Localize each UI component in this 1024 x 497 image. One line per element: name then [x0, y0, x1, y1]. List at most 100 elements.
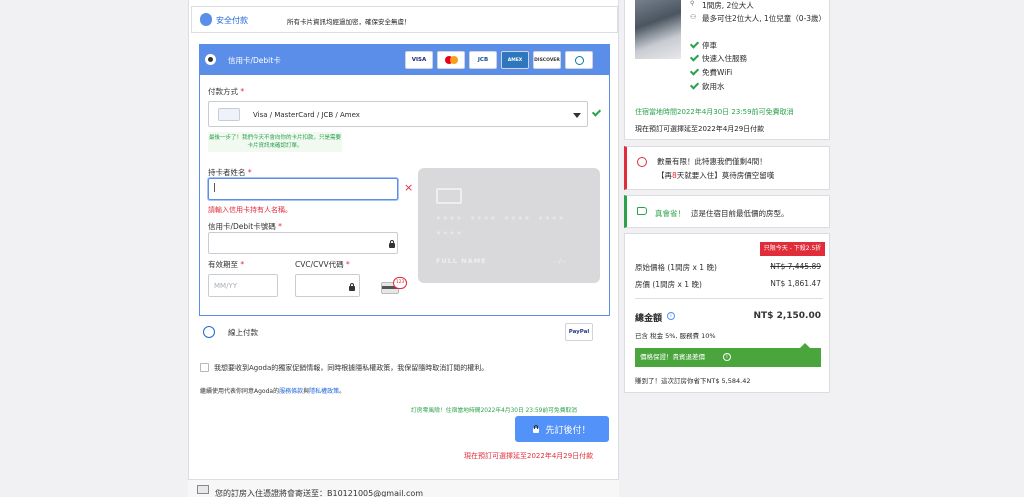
total-label: 總金額: [635, 314, 663, 324]
required-mark: *: [247, 168, 252, 177]
occupancy-text: 1間房, 2位大人: [702, 1, 754, 10]
payment-method-value: Visa / MasterCard / JCB / Amex: [253, 111, 360, 119]
cvc-label: CVC/CVV代碼 *: [295, 259, 350, 270]
promo-checkbox[interactable]: [200, 363, 209, 372]
required-mark: *: [240, 87, 245, 96]
shield-lock-icon: [200, 13, 212, 26]
jcb-logo: JCB: [469, 51, 497, 69]
terms-suffix: 。: [339, 388, 346, 395]
diners-logo: [565, 51, 593, 69]
expiry-input[interactable]: MM/YY: [208, 274, 278, 297]
card-payment-block: 信用卡/Debit卡 VISA JCB AMEX DISCOVER 付款方式 *…: [199, 44, 610, 316]
required-mark: *: [240, 260, 245, 269]
amenity-item: 停車: [702, 41, 717, 50]
lock-icon: [533, 424, 540, 433]
card-number-input[interactable]: [208, 232, 398, 254]
price-guarantee-banner[interactable]: 價格保證！貴賓退差價 i: [635, 348, 821, 367]
card-preview-name: FULL NAME: [436, 257, 487, 265]
amenity-check-icon: [690, 67, 699, 78]
email-notice-text: 您的訂房入住憑證將會寄送至：B10121005@gmail.com: [215, 488, 423, 497]
credit-card-icon: [218, 108, 240, 121]
text-cursor: |: [213, 183, 217, 193]
terms-prefix: 繼續使用代表你同意Agoda的: [200, 388, 280, 395]
secure-payment-title: 安全付款: [216, 16, 248, 25]
promo-checkbox-label: 我想要收到Agoda的獨家促銷情報，同時根據隱私權政策，我保留隨時取消訂閱的權利…: [214, 364, 489, 372]
card-option-title: 信用卡/Debit卡: [228, 56, 281, 65]
urgency-line2-suffix: 天就要入住】莫待房價空留嘆: [676, 171, 775, 180]
urgency-line1: 數量有限！此特惠我們僅剩4間！: [657, 157, 767, 166]
holder-name-label: 持卡者姓名 *: [208, 167, 252, 178]
payment-method-label: 付款方式 *: [208, 86, 244, 97]
room-free-cancel: 住宿當地時間2022年4月30日 23:59前可免費取消: [635, 108, 794, 116]
urgency-line2-prefix: 【再: [657, 171, 672, 180]
error-x-icon: ×: [404, 181, 414, 194]
cvc-help-icon[interactable]: 123: [381, 277, 409, 295]
book-now-button[interactable]: 先訂後付！: [515, 416, 609, 442]
deal-title: 真會省！: [655, 209, 685, 218]
email-notice-prefix: 您的訂房入住憑證將會寄送至：: [215, 489, 327, 497]
email-envelope-icon: [197, 485, 209, 494]
tax-note: 已含 稅金 5%, 服務費 10%: [635, 332, 716, 340]
amenity-check-icon: [690, 40, 699, 51]
alarm-clock-icon: [637, 157, 647, 167]
expiry-label: 有效期至 *: [208, 259, 244, 270]
privacy-policy-link[interactable]: 隱私權政策: [309, 388, 339, 395]
room-photo: [635, 0, 681, 59]
terms-of-service-link[interactable]: 服務條款: [279, 388, 303, 395]
amex-logo-text: AMEX: [507, 57, 523, 63]
free-cancel-note: 訂房零風險！住宿當地時間2022年4月30日 23:59前可免費取消: [411, 408, 578, 414]
holder-name-error: 請輸入信用卡持有人名稱。: [208, 206, 292, 214]
card-option-header[interactable]: 信用卡/Debit卡 VISA JCB AMEX DISCOVER: [200, 45, 609, 75]
card-logos: VISA JCB AMEX DISCOVER: [405, 51, 605, 69]
card-preview: **** **** **** **** **** FULL NAME --/--: [418, 168, 600, 283]
amenity-item: 飲用水: [702, 82, 725, 91]
visa-logo: VISA: [405, 51, 433, 69]
info-icon: i: [667, 312, 675, 320]
room-pay-later: 現在預訂可選擇延至2022年4月29日付款: [635, 125, 765, 133]
amenity-check-icon: [690, 53, 699, 64]
holder-name-label-text: 持卡者姓名: [208, 168, 246, 177]
holder-name-input[interactable]: |: [208, 178, 398, 200]
terms-line: 繼續使用代表你同意Agoda的服務條款與隱私權政策。: [200, 386, 345, 395]
original-price-label: 原始價格 (1間房 x 1 晚): [635, 263, 717, 272]
payment-method-hint: 最後一步了！我們今天不會向你的卡片扣款，只是需要卡片資訊來確認訂單。: [208, 132, 342, 152]
online-payment-option[interactable]: 線上付款 PayPal: [199, 316, 610, 348]
discount-badge: 只限今天 - 下殺2.5折: [760, 242, 825, 256]
chip-icon: [436, 188, 462, 204]
required-mark: *: [346, 260, 350, 269]
cvc-sample-bubble: 123: [393, 277, 407, 289]
deal-text: 這是住宿目前最低價的房型。: [691, 209, 789, 218]
required-mark: *: [278, 222, 282, 231]
radio-dot: [208, 57, 213, 62]
mastercard-logo: [437, 51, 465, 69]
guarantee-notch: [799, 343, 811, 349]
payment-method-select[interactable]: Visa / MasterCard / JCB / Amex: [208, 101, 588, 127]
amenity-item: 快速入住服務: [702, 54, 747, 63]
room-summary-panel: ⚲ 1間房, 2位大人 ⚇ 最多可住2位大人, 1位兒童（0-3歲） 停車 快速…: [624, 0, 830, 140]
secure-payment-note: 所有卡片資訊均經過加密，確保安全無虞！: [287, 18, 411, 26]
payment-method-hint-text: 最後一步了！我們今天不會向你的卡片扣款，只是需要卡片資訊來確認訂單。: [208, 135, 341, 149]
price-divider: [635, 298, 823, 299]
paypal-logo-text: PayPal: [568, 329, 590, 335]
price-tag-icon: [637, 207, 647, 215]
capacity-icon: ⚇: [690, 13, 697, 21]
amex-logo: AMEX: [501, 51, 529, 69]
urgency-panel: 數量有限！此特惠我們僅剩4間！ 【再8天就要入住】莫待房價空留嘆: [624, 146, 830, 190]
valid-check-icon: [592, 108, 601, 119]
lock-icon: [389, 240, 395, 248]
payment-method-label-text: 付款方式: [208, 87, 238, 96]
card-radio-selected[interactable]: [205, 54, 216, 65]
extend-payment-note: 現在預訂可選擇延至2022年4月29日付款: [464, 452, 594, 460]
email-address: B10121005@gmail.com: [327, 489, 424, 497]
total-value: NT$ 2,150.00: [753, 311, 821, 321]
chevron-down-icon: [573, 113, 581, 118]
online-radio[interactable]: [203, 326, 215, 338]
capacity-text: 最多可住2位大人, 1位兒童（0-3歲）: [702, 14, 827, 23]
amenity-item: 免費WiFi: [702, 68, 733, 77]
amenity-check-icon: [690, 81, 699, 92]
deal-panel: 真會省！ 這是住宿目前最低價的房型。: [624, 195, 830, 228]
cvc-input[interactable]: [295, 274, 360, 297]
info-icon: i: [723, 353, 731, 361]
book-now-label: 先訂後付！: [545, 425, 591, 436]
lock-icon: [349, 283, 355, 291]
